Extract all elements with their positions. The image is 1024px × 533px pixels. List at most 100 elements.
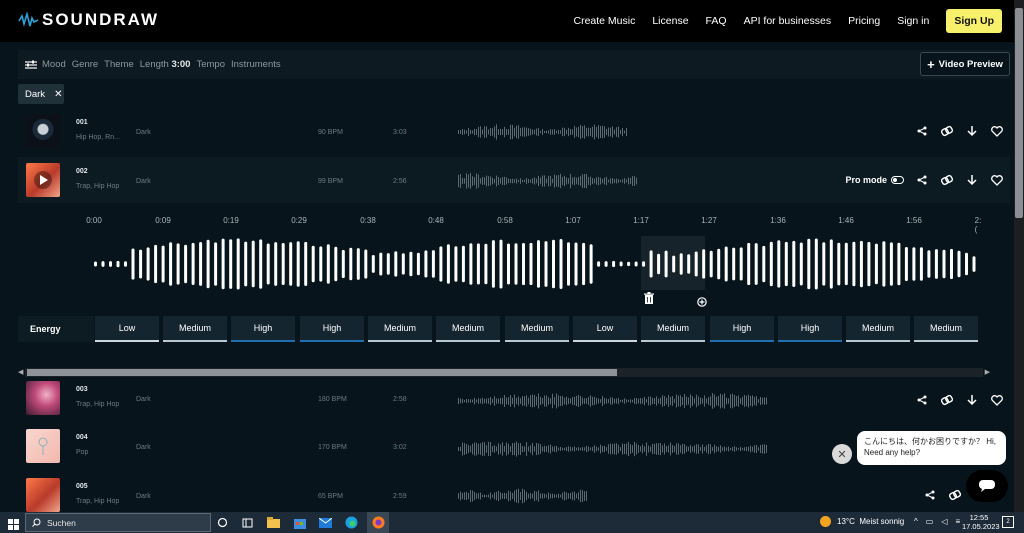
active-filter-chip[interactable]: Dark ✕ xyxy=(18,84,64,104)
energy-segment[interactable]: Medium xyxy=(368,316,432,342)
waveform-bar xyxy=(570,129,571,135)
sliders-icon[interactable] xyxy=(25,60,37,70)
scroll-right-icon[interactable]: ▶ xyxy=(985,368,990,376)
task-view-icon[interactable] xyxy=(215,515,230,530)
link-icon[interactable] xyxy=(940,393,954,407)
file-explorer-icon[interactable] xyxy=(266,515,281,530)
add-circle-icon[interactable] xyxy=(697,294,707,312)
track-row-active[interactable]: 002 Trap, Hip Hop Dark 99 BPM 2:56 Pro m… xyxy=(18,157,1010,203)
energy-segment[interactable]: Low xyxy=(573,316,637,342)
link-icon[interactable] xyxy=(948,488,962,502)
editor-scrollbar[interactable]: ◀ ▶ xyxy=(18,368,990,377)
track-cover[interactable] xyxy=(26,478,60,512)
close-icon[interactable]: ✕ xyxy=(54,89,62,100)
waveform-bar xyxy=(542,446,543,452)
nav-pricing[interactable]: Pricing xyxy=(848,15,880,27)
waveform-bar xyxy=(882,241,886,287)
heart-icon[interactable] xyxy=(990,393,1004,407)
energy-segment[interactable]: Low xyxy=(95,316,159,342)
track-waveform[interactable] xyxy=(458,124,628,140)
editor-scrollbar-thumb[interactable] xyxy=(27,369,617,376)
trash-icon[interactable] xyxy=(643,292,655,310)
waveform-bar xyxy=(526,442,527,456)
track-cover[interactable] xyxy=(26,429,60,463)
filter-instruments[interactable]: Instruments xyxy=(231,59,281,70)
energy-segment[interactable]: Medium xyxy=(163,316,227,342)
network-icon[interactable]: ▭ xyxy=(926,517,934,526)
edge-browser-icon[interactable] xyxy=(344,515,359,530)
track-waveform[interactable] xyxy=(458,173,638,189)
microsoft-store-icon[interactable] xyxy=(292,515,307,530)
nav-faq[interactable]: FAQ xyxy=(706,15,727,27)
filter-theme[interactable]: Theme xyxy=(104,59,134,70)
weather-widget[interactable]: 13°C Meist sonnig xyxy=(820,516,904,527)
waveform-bar xyxy=(570,398,571,404)
energy-segment[interactable]: High xyxy=(300,316,364,342)
windows-start-icon[interactable] xyxy=(8,517,19,533)
firefox-icon[interactable] xyxy=(367,512,389,533)
filter-tempo[interactable]: Tempo xyxy=(196,59,225,70)
waveform-bar xyxy=(544,445,545,453)
notification-icon[interactable]: 2 xyxy=(1002,516,1014,528)
share-icon[interactable] xyxy=(915,173,929,187)
main-waveform[interactable] xyxy=(94,238,980,290)
waveform-bar xyxy=(618,126,619,138)
waveform-bar xyxy=(266,243,270,285)
language-icon[interactable]: ≡ xyxy=(955,517,960,526)
energy-segment[interactable]: Medium xyxy=(914,316,978,342)
heart-icon[interactable] xyxy=(990,173,1004,187)
energy-segment[interactable]: Medium xyxy=(641,316,705,342)
download-icon[interactable] xyxy=(965,124,979,138)
sign-up-button[interactable]: Sign Up xyxy=(946,9,1002,33)
energy-segment[interactable]: Medium xyxy=(505,316,569,342)
nav-sign-in[interactable]: Sign in xyxy=(897,15,929,27)
energy-segment[interactable]: High xyxy=(778,316,842,342)
waveform-bar xyxy=(714,444,715,454)
chat-open-button[interactable] xyxy=(966,470,1008,502)
share-icon[interactable] xyxy=(923,488,937,502)
chat-close-button[interactable]: ✕ xyxy=(832,444,852,464)
energy-segment[interactable]: Medium xyxy=(436,316,500,342)
filter-genre[interactable]: Genre xyxy=(72,59,98,70)
filter-length[interactable]: Length 3:00 xyxy=(140,59,191,70)
share-icon[interactable] xyxy=(915,393,929,407)
track-cover[interactable] xyxy=(26,163,60,197)
download-icon[interactable] xyxy=(965,393,979,407)
nav-api-for-businesses[interactable]: API for businesses xyxy=(744,15,832,27)
energy-segment[interactable]: High xyxy=(710,316,774,342)
download-icon[interactable] xyxy=(965,173,979,187)
soundraw-logo[interactable]: SOUNDRAW xyxy=(18,10,159,30)
scroll-left-icon[interactable]: ◀ xyxy=(18,368,23,376)
mail-icon[interactable] xyxy=(318,515,333,530)
track-cover[interactable] xyxy=(26,114,60,148)
volume-icon[interactable]: ◁ xyxy=(941,517,947,526)
nav-create-music[interactable]: Create Music xyxy=(573,15,635,27)
play-icon[interactable] xyxy=(26,163,60,197)
pro-mode-toggle[interactable]: Pro mode xyxy=(845,175,904,185)
share-icon[interactable] xyxy=(915,124,929,138)
waveform-bar xyxy=(624,178,625,184)
track-cover[interactable] xyxy=(26,381,60,415)
nav-license[interactable]: License xyxy=(652,15,688,27)
energy-segment[interactable]: High xyxy=(231,316,295,342)
waveform-bar xyxy=(644,396,645,406)
link-icon[interactable] xyxy=(940,124,954,138)
track-waveform[interactable] xyxy=(458,393,768,409)
heart-icon[interactable] xyxy=(990,124,1004,138)
taskbar-clock[interactable]: 12:55 17.05.2023 xyxy=(962,513,1000,531)
track-row[interactable]: 001 Hip Hop, Rn... Dark 90 BPM 3:03 xyxy=(18,108,1010,154)
page-scrollbar-thumb[interactable] xyxy=(1015,8,1023,218)
filter-mood[interactable]: Mood xyxy=(42,59,66,70)
link-icon[interactable] xyxy=(940,173,954,187)
chevron-up-icon[interactable]: ^ xyxy=(914,517,918,526)
video-preview-button[interactable]: + Video Preview xyxy=(920,52,1010,76)
widgets-icon[interactable] xyxy=(240,515,255,530)
track-row[interactable]: 003 Trap, Hip Hop Dark 180 BPM 2:58 xyxy=(18,377,1010,423)
page-scrollbar[interactable] xyxy=(1014,0,1024,512)
waveform-bar xyxy=(552,493,553,499)
track-waveform[interactable] xyxy=(458,488,588,504)
taskbar-search-box[interactable]: Suchen xyxy=(25,513,211,532)
track-waveform[interactable] xyxy=(458,441,768,457)
chat-message-bubble[interactable]: こんにちは、何かお困りですか？ Hi, Need any help? xyxy=(857,431,1006,465)
energy-segment[interactable]: Medium xyxy=(846,316,910,342)
